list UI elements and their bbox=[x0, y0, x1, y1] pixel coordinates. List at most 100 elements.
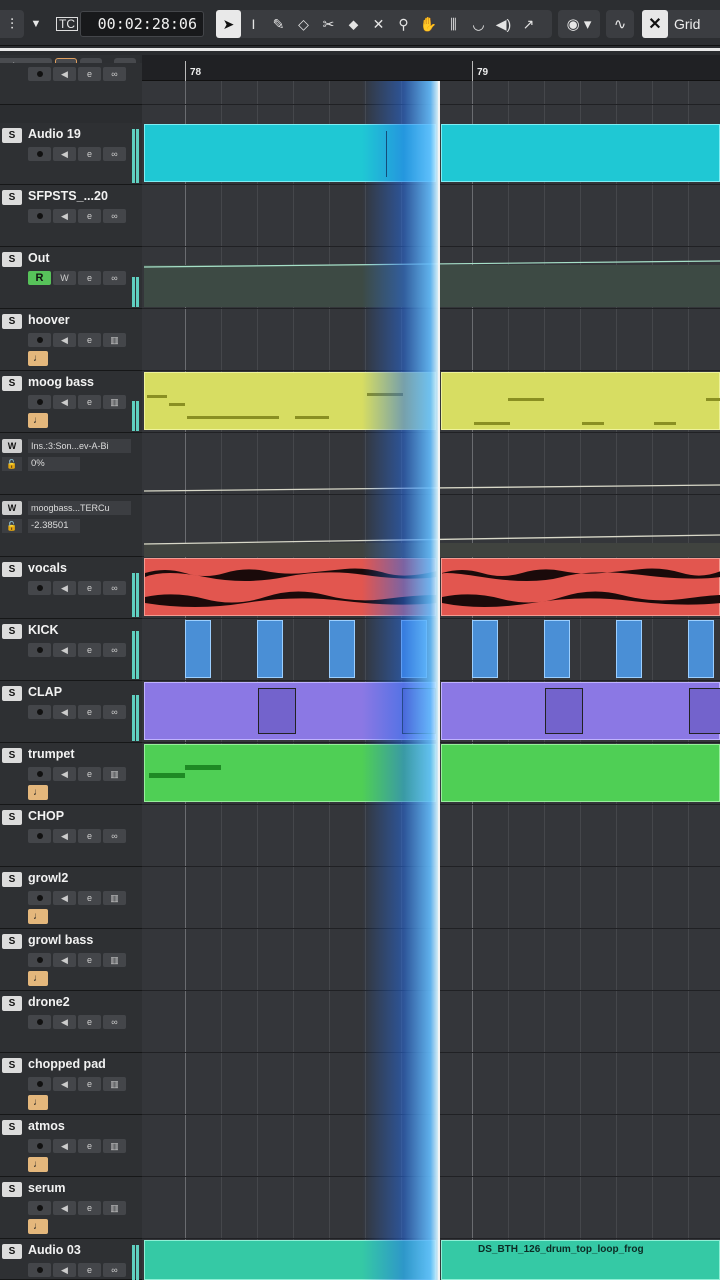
automation-read-button[interactable]: R bbox=[28, 271, 51, 285]
hand-tool[interactable]: ✋ bbox=[416, 10, 441, 38]
automation-parameter[interactable]: moogbass...TERCu bbox=[28, 501, 131, 515]
record-arm-button[interactable] bbox=[28, 891, 51, 905]
instrument-button[interactable]: ♩ bbox=[28, 785, 48, 800]
link-button[interactable]: ∞ bbox=[103, 643, 126, 657]
midi-clip[interactable] bbox=[441, 744, 720, 802]
automation-write-button[interactable]: W bbox=[2, 439, 22, 453]
timecode-format-button[interactable]: TC bbox=[56, 10, 78, 38]
track-serum[interactable]: S serum ◀ e ▥ ♩ bbox=[0, 1177, 142, 1239]
edit-button[interactable]: e bbox=[78, 271, 101, 285]
record-arm-button[interactable] bbox=[28, 395, 51, 409]
solo-button[interactable]: S bbox=[2, 376, 22, 391]
timeline-ruler[interactable]: 78 79 bbox=[142, 55, 720, 81]
solo-button[interactable]: S bbox=[2, 1244, 22, 1259]
solo-button[interactable]: S bbox=[2, 810, 22, 825]
automation-value[interactable]: -2.38501 bbox=[28, 519, 80, 533]
curve-tool[interactable]: ◡ bbox=[466, 10, 491, 38]
bend-tool[interactable]: ⫼ bbox=[441, 10, 466, 38]
solo-button[interactable]: S bbox=[2, 190, 22, 205]
keyboard-button[interactable]: ▥ bbox=[103, 1139, 126, 1153]
monitor-button[interactable]: ◀ bbox=[53, 829, 76, 843]
time-display[interactable]: 00:02:28:06 bbox=[80, 11, 204, 37]
record-arm-button[interactable] bbox=[28, 953, 51, 967]
arrange-view[interactable]: DS_BTH_126_drum_top_loop_frog bbox=[142, 81, 720, 1280]
record-arm-button[interactable] bbox=[28, 147, 51, 161]
automation-parameter[interactable]: Ins.:3:Son...ev-A-Bi bbox=[28, 439, 131, 453]
solo-button[interactable]: S bbox=[2, 996, 22, 1011]
audio-clip[interactable]: DS_BTH_126_drum_top_loop_frog bbox=[441, 1240, 720, 1280]
monitor-button[interactable]: ◀ bbox=[53, 1139, 76, 1153]
monitor-button[interactable]: ◀ bbox=[53, 953, 76, 967]
record-arm-button[interactable] bbox=[28, 333, 51, 347]
eraser-tool[interactable]: ◇ bbox=[291, 10, 316, 38]
record-arm-button[interactable] bbox=[28, 767, 51, 781]
link-button[interactable]: ∞ bbox=[103, 1015, 126, 1029]
record-arm-button[interactable] bbox=[28, 1139, 51, 1153]
solo-button[interactable]: S bbox=[2, 314, 22, 329]
automation-lane-moogbass[interactable]: W moogbass...TERCu 🔓 -2.38501 bbox=[0, 495, 142, 557]
track-clap[interactable]: S CLAP ◀ e ∞ bbox=[0, 681, 142, 743]
transform-tool[interactable]: ↗ bbox=[516, 10, 541, 38]
audio-clip[interactable] bbox=[688, 620, 714, 678]
solo-button[interactable]: S bbox=[2, 748, 22, 763]
keyboard-button[interactable]: ▥ bbox=[103, 333, 126, 347]
dropdown-button[interactable]: ▼ bbox=[26, 10, 46, 38]
edit-button[interactable]: e bbox=[78, 333, 101, 347]
playhead[interactable] bbox=[438, 81, 440, 1280]
track-hoover[interactable]: S hoover ◀ e ▥ ♩ bbox=[0, 309, 142, 371]
track-chopped-pad[interactable]: S chopped pad ◀ e ▥ ♩ bbox=[0, 1053, 142, 1115]
pencil-tool[interactable]: ✎ bbox=[266, 10, 291, 38]
audio-clip[interactable] bbox=[185, 620, 211, 678]
solo-button[interactable]: S bbox=[2, 934, 22, 949]
monitor-button[interactable]: ◀ bbox=[53, 581, 76, 595]
monitor-button[interactable]: ◀ bbox=[53, 147, 76, 161]
monitor-button[interactable]: ◀ bbox=[53, 891, 76, 905]
track-audio-19[interactable]: S Audio 19 ◀ e ∞ bbox=[0, 123, 142, 185]
keyboard-button[interactable]: ▥ bbox=[103, 953, 126, 967]
edit-button[interactable]: e bbox=[78, 1139, 101, 1153]
instrument-button[interactable]: ♩ bbox=[28, 1095, 48, 1110]
keyboard-button[interactable]: ▥ bbox=[103, 1201, 126, 1215]
solo-button[interactable]: S bbox=[2, 1058, 22, 1073]
automation-write-button[interactable]: W bbox=[53, 271, 76, 285]
monitor-button[interactable]: ◀ bbox=[53, 705, 76, 719]
audio-clip[interactable] bbox=[441, 124, 720, 182]
track-drone2[interactable]: S drone2 ◀ e ∞ bbox=[0, 991, 142, 1053]
audio-clip[interactable] bbox=[472, 620, 498, 678]
solo-button[interactable]: S bbox=[2, 872, 22, 887]
record-arm-button[interactable] bbox=[28, 1015, 51, 1029]
edit-button[interactable]: e bbox=[78, 581, 101, 595]
edit-button[interactable]: e bbox=[78, 1015, 101, 1029]
automation-lane-sonic[interactable]: W Ins.:3:Son...ev-A-Bi 🔓 0% bbox=[0, 433, 142, 495]
edit-button[interactable]: e bbox=[78, 705, 101, 719]
monitor-button[interactable]: ◀ bbox=[53, 67, 76, 81]
link-button[interactable]: ∞ bbox=[103, 209, 126, 223]
range-tool[interactable]: I bbox=[241, 10, 266, 38]
lock-button[interactable]: 🔓 bbox=[2, 457, 22, 471]
monitor-button[interactable]: ◀ bbox=[53, 395, 76, 409]
link-button[interactable]: ∞ bbox=[103, 271, 126, 285]
audio-clip[interactable] bbox=[441, 558, 720, 616]
mixer-toggle-button[interactable]: ⫶ bbox=[0, 10, 24, 38]
midi-clip[interactable] bbox=[441, 372, 720, 430]
edit-button[interactable]: e bbox=[78, 209, 101, 223]
zoom-tool[interactable]: ⚲ bbox=[391, 10, 416, 38]
edit-button[interactable]: e bbox=[78, 147, 101, 161]
link-button[interactable]: ∞ bbox=[103, 147, 126, 161]
instrument-button[interactable]: ♩ bbox=[28, 971, 48, 986]
track-row[interactable]: ◀ e ∞ bbox=[0, 63, 142, 105]
auto-scroll-button[interactable]: ∿ bbox=[606, 10, 634, 38]
keyboard-button[interactable]: ▥ bbox=[103, 767, 126, 781]
edit-button[interactable]: e bbox=[78, 767, 101, 781]
monitor-button[interactable]: ◀ bbox=[53, 1077, 76, 1091]
track-atmos[interactable]: S atmos ◀ e ▥ ♩ bbox=[0, 1115, 142, 1177]
lock-button[interactable]: 🔓 bbox=[2, 519, 22, 533]
track-moog-bass[interactable]: S moog bass ◀ e ▥ ♩ bbox=[0, 371, 142, 433]
track-sfpsts[interactable]: S SFPSTS_...20 ◀ e ∞ bbox=[0, 185, 142, 247]
track-vocals[interactable]: S vocals ◀ e ∞ bbox=[0, 557, 142, 619]
automation-write-button[interactable]: W bbox=[2, 501, 22, 515]
audio-clip[interactable] bbox=[257, 620, 283, 678]
audio-clip[interactable] bbox=[544, 620, 570, 678]
snap-grid-selector[interactable]: ✕ Grid bbox=[642, 10, 720, 38]
edit-button[interactable]: e bbox=[78, 643, 101, 657]
